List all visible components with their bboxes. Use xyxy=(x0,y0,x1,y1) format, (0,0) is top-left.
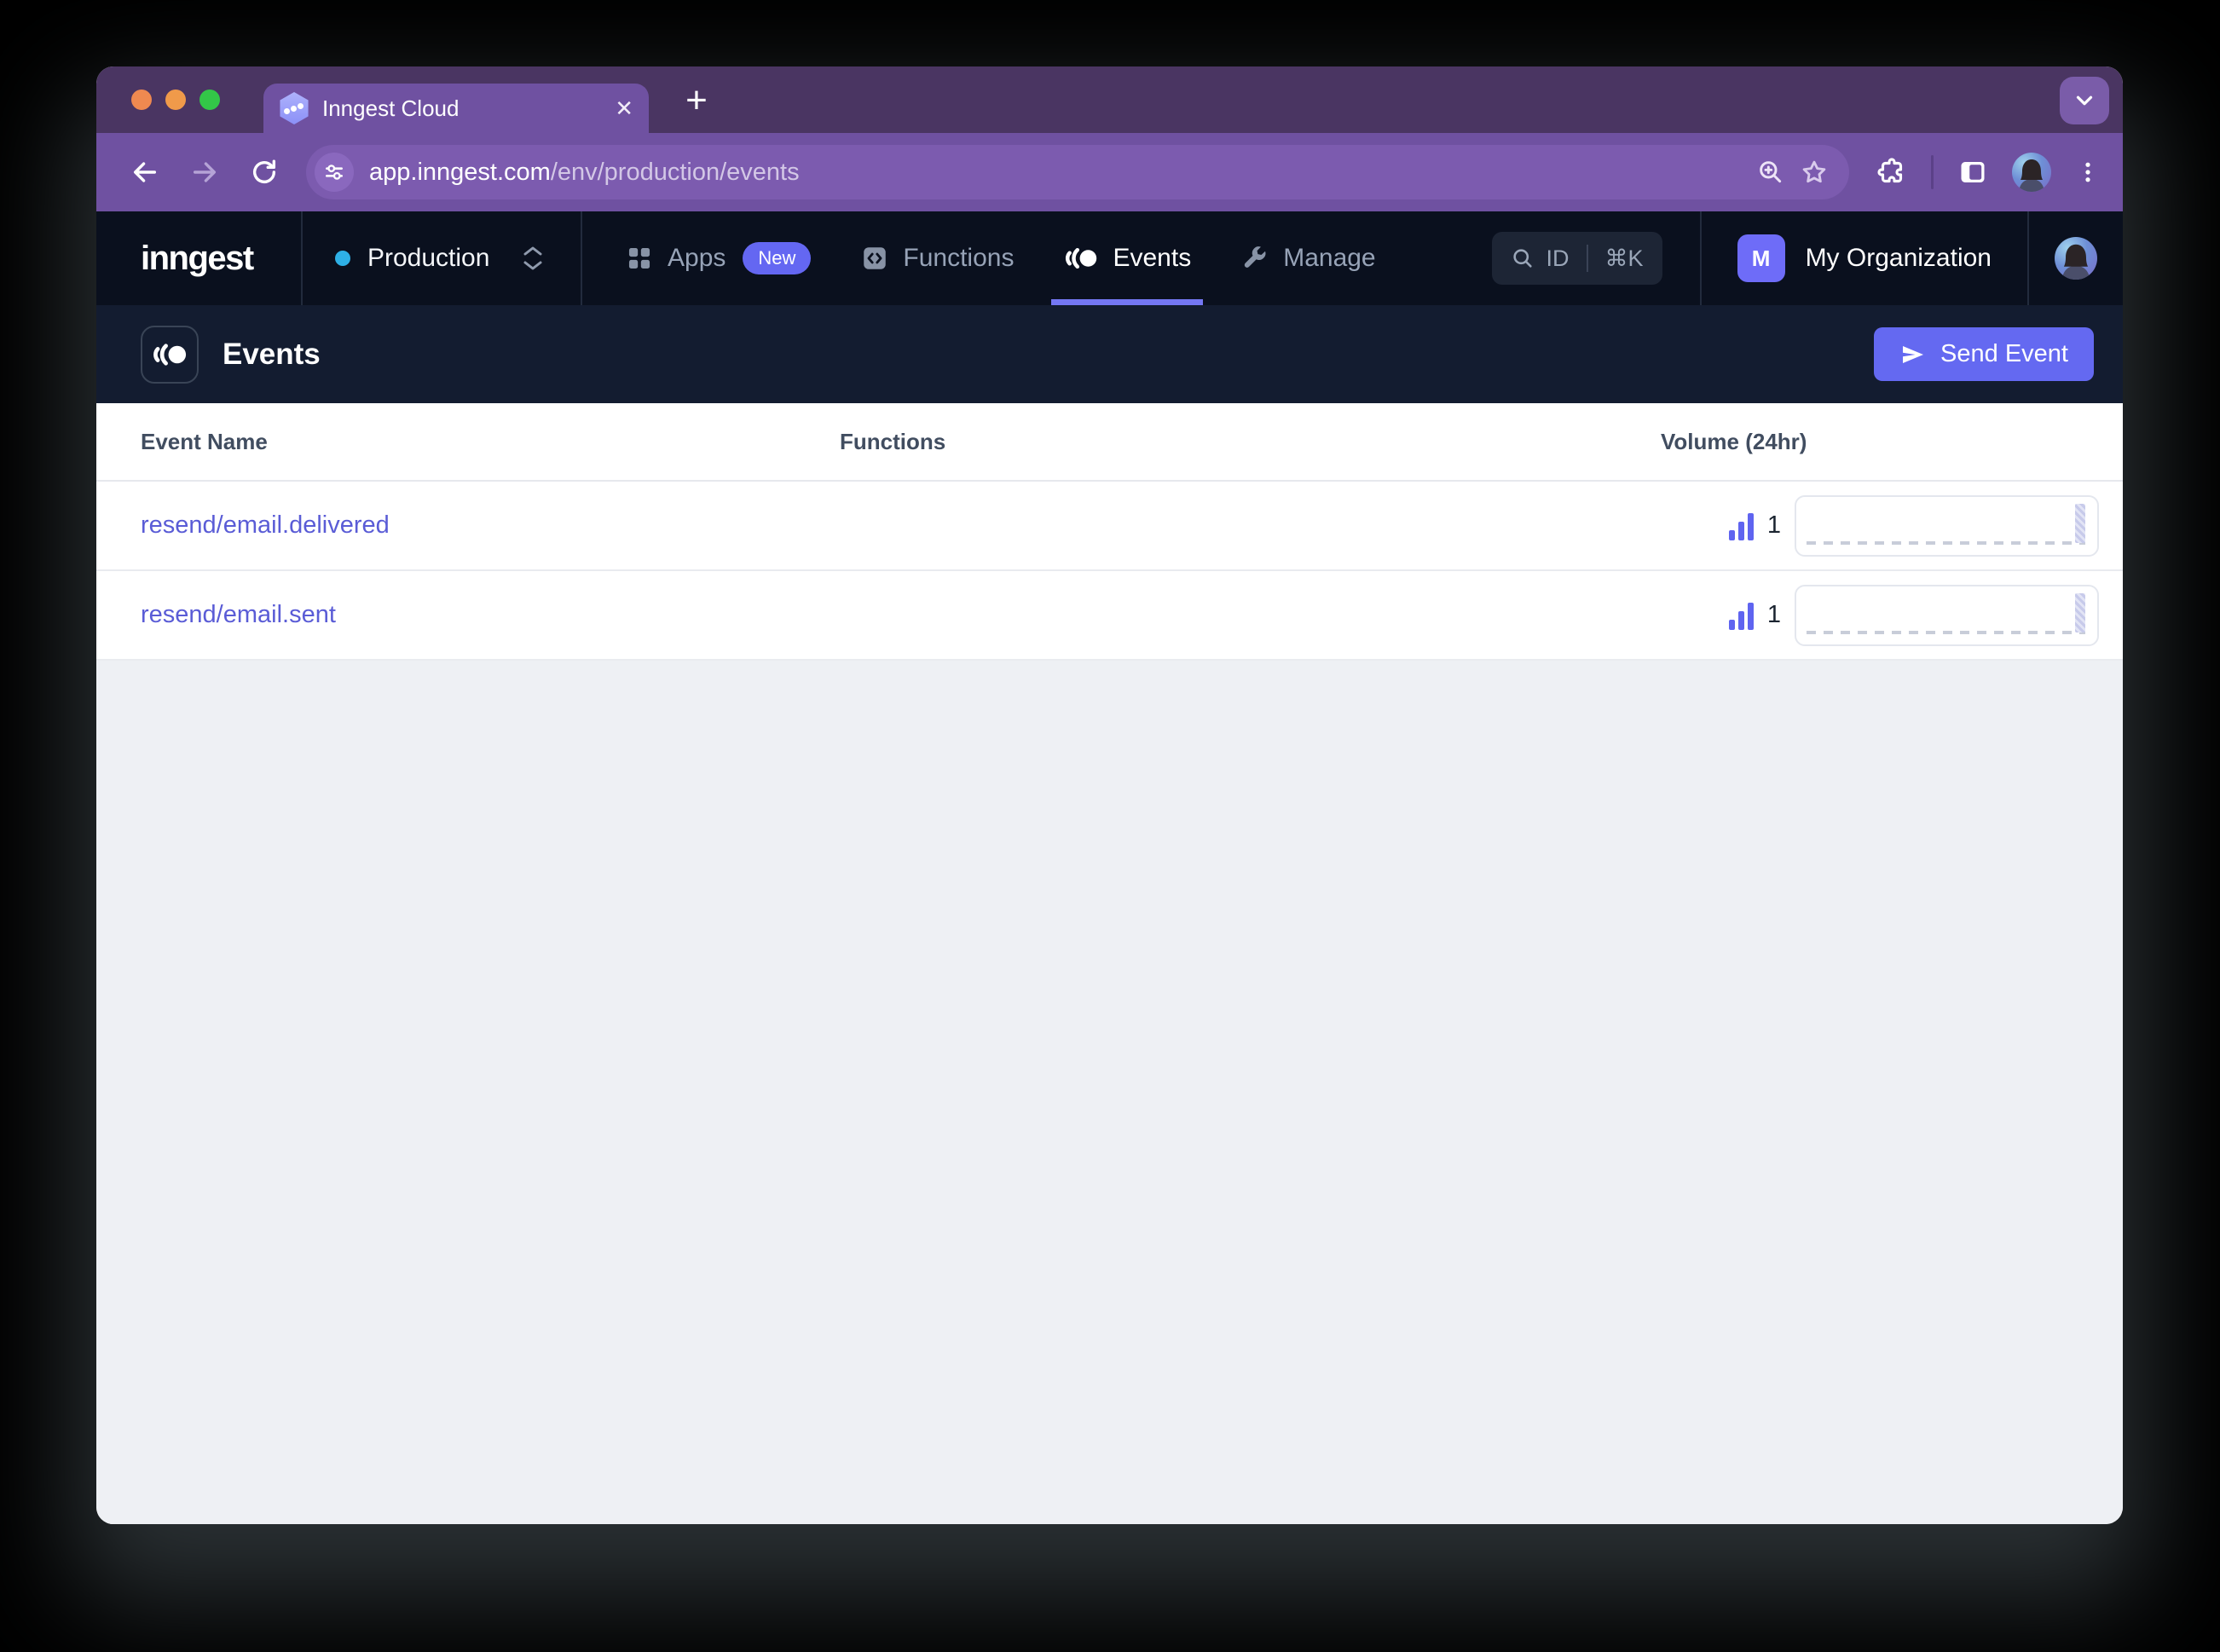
apps-grid-icon xyxy=(628,247,650,269)
back-button[interactable] xyxy=(119,146,171,199)
url-text[interactable]: app.inngest.com/env/production/events xyxy=(369,159,1742,187)
chevron-updown-icon xyxy=(522,245,544,271)
toolbar-divider xyxy=(1931,155,1934,189)
search-icon xyxy=(1512,249,1532,268)
browser-toolbar: app.inngest.com/env/production/events xyxy=(96,133,2123,211)
site-settings-button[interactable] xyxy=(315,153,354,192)
env-label: Production xyxy=(367,244,490,272)
search-shortcut: ⌘K xyxy=(1604,245,1644,271)
table-row[interactable]: resend/email.sent 1 xyxy=(96,571,2123,661)
tab-title: Inngest Cloud xyxy=(322,95,460,121)
new-badge: New xyxy=(743,242,812,274)
tab-events[interactable]: Events xyxy=(1051,211,1204,305)
tab-strip: Inngest Cloud ✕ + xyxy=(96,66,2123,133)
avatar-photo xyxy=(2061,244,2090,280)
sparkline-baseline xyxy=(1807,540,2085,545)
reload-icon xyxy=(252,159,276,183)
send-plane-icon xyxy=(1903,345,1924,363)
environment-selector[interactable]: Production xyxy=(303,211,581,305)
event-name-link[interactable]: resend/email.delivered xyxy=(96,511,840,540)
tab-functions[interactable]: Functions xyxy=(860,211,1014,305)
organization-name: My Organization xyxy=(1805,244,1992,272)
profile-wrap xyxy=(2029,211,2123,305)
table-header: Event Name Functions Volume (24hr) xyxy=(96,403,2123,482)
minimize-window-button[interactable] xyxy=(165,90,186,110)
tab-apps[interactable]: Apps New xyxy=(625,211,812,305)
column-functions: Functions xyxy=(840,428,946,454)
volume-sparkline xyxy=(1795,494,2099,557)
side-panel-icon[interactable] xyxy=(1957,157,1988,188)
search-box[interactable]: ID ⌘K xyxy=(1491,232,1662,285)
volume-cell: 1 xyxy=(1661,494,2123,557)
sparkline-baseline xyxy=(1807,630,2085,634)
tune-icon xyxy=(326,165,343,180)
tab-manage-label: Manage xyxy=(1283,244,1376,272)
zoom-window-button[interactable] xyxy=(199,90,220,110)
toolbar-right-group xyxy=(1864,153,2101,192)
organization-menu[interactable]: M My Organization xyxy=(1702,211,2027,305)
events-tab-underline xyxy=(1051,299,1204,305)
env-status-dot xyxy=(335,251,350,266)
page-icon-box xyxy=(141,325,199,384)
sparkline-bar xyxy=(2075,592,2085,632)
inngest-logo: inngest xyxy=(141,239,254,277)
user-avatar[interactable] xyxy=(2055,237,2097,280)
inngest-favicon-icon xyxy=(280,92,309,124)
bar-chart-icon xyxy=(1728,511,1754,540)
avatar-photo xyxy=(2019,159,2044,192)
functions-code-icon xyxy=(864,247,887,269)
column-event-name: Event Name xyxy=(141,428,268,454)
app-nav-bar: inngest Production Apps New Functions Ev… xyxy=(96,211,2123,305)
volume-count: 1 xyxy=(1766,601,1781,628)
browser-profile-avatar[interactable] xyxy=(2012,153,2051,192)
traffic-lights xyxy=(131,90,220,110)
forward-arrow-icon xyxy=(193,162,217,182)
empty-content-area xyxy=(96,661,2123,1524)
send-event-button[interactable]: Send Event xyxy=(1874,327,2094,381)
search-divider xyxy=(1586,245,1588,272)
nav-tabs: Apps New Functions Events Manage xyxy=(582,211,1492,305)
browser-tab[interactable]: Inngest Cloud ✕ xyxy=(263,84,649,133)
column-volume: Volume (24hr) xyxy=(1661,428,1807,454)
bar-chart-icon xyxy=(1728,601,1754,630)
tab-apps-label: Apps xyxy=(668,244,726,272)
reload-button[interactable] xyxy=(238,146,291,199)
sparkline-bar xyxy=(2075,503,2085,543)
back-arrow-icon xyxy=(133,162,157,182)
volume-cell: 1 xyxy=(1661,584,2123,646)
new-tab-button[interactable]: + xyxy=(673,78,720,123)
bookmark-star-icon[interactable] xyxy=(1800,158,1829,187)
events-stream-icon xyxy=(153,343,187,366)
forward-button[interactable] xyxy=(178,146,231,199)
tab-functions-label: Functions xyxy=(903,244,1015,272)
url-path: /env/production/events xyxy=(550,158,800,186)
volume-sparkline xyxy=(1795,584,2099,646)
close-window-button[interactable] xyxy=(131,90,152,110)
extensions-icon[interactable] xyxy=(1876,157,1907,188)
page-title: Events xyxy=(223,337,321,371)
tab-search-button[interactable] xyxy=(2060,77,2109,124)
kebab-menu-icon[interactable] xyxy=(2075,158,2101,187)
tab-close-icon[interactable]: ✕ xyxy=(615,97,633,119)
tab-manage[interactable]: Manage xyxy=(1240,211,1376,305)
volume-count: 1 xyxy=(1766,511,1781,539)
send-event-label: Send Event xyxy=(1940,340,2068,367)
url-bar[interactable]: app.inngest.com/env/production/events xyxy=(306,145,1849,199)
manage-wrench-icon xyxy=(1244,246,1266,268)
zoom-in-icon[interactable] xyxy=(1757,159,1784,186)
logo-wrap[interactable]: inngest xyxy=(96,211,301,305)
page-header: Events Send Event xyxy=(96,305,2123,403)
table-row[interactable]: resend/email.delivered 1 xyxy=(96,482,2123,571)
chevron-down-icon xyxy=(2076,95,2093,106)
event-name-link[interactable]: resend/email.sent xyxy=(96,601,840,629)
tab-events-label: Events xyxy=(1113,244,1192,272)
organization-badge: M xyxy=(1737,234,1785,282)
browser-window: Inngest Cloud ✕ + app.inngest.com/env/pr… xyxy=(96,66,2123,1524)
url-host: app.inngest.com xyxy=(369,158,551,186)
events-stream-icon xyxy=(1066,247,1097,269)
search-id-label: ID xyxy=(1546,245,1570,271)
